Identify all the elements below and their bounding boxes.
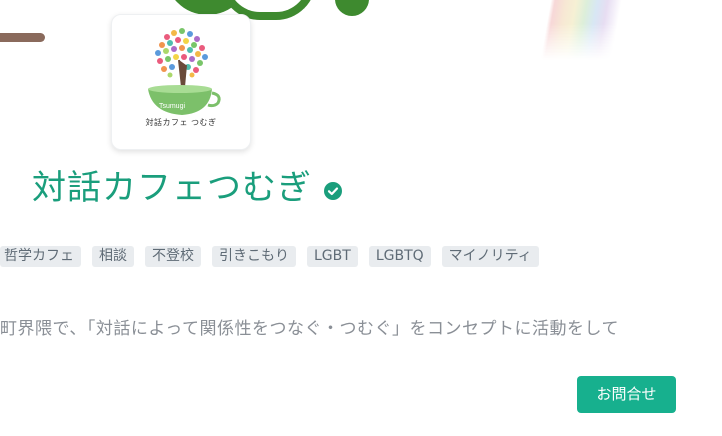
tree-cup-logo-icon: Tsumugi (148, 28, 221, 115)
tag-item[interactable]: 引きこもり (212, 246, 296, 267)
check-circle-icon (324, 182, 342, 200)
tag-item[interactable]: 哲学カフェ (0, 246, 81, 267)
profile-header: 対話カフェつむぎ (32, 166, 342, 210)
tag-item[interactable]: マイノリティ (441, 246, 539, 267)
tag-list: 哲学カフェ 相談 不登校 引きこもり LGBT LGBTQ マイノリティ (0, 246, 539, 267)
banner-decoration (0, 33, 45, 42)
tag-item[interactable]: 不登校 (145, 246, 201, 267)
cover-banner (0, 0, 722, 80)
logo-caption: 対話カフェ つむぎ (145, 118, 217, 127)
tag-item[interactable]: LGBT (307, 246, 358, 267)
tag-item[interactable]: LGBTQ (368, 246, 431, 267)
profile-logo-card: Tsumugi 対話カフェ つむぎ (111, 14, 251, 150)
banner-rainbow (532, 0, 627, 60)
profile-description: 町界隈で、「対話によって関係性をつなぐ・つむぐ」をコンセプトに活動をして (0, 319, 619, 339)
page-title: 対話カフェつむぎ (32, 168, 312, 208)
contact-button[interactable]: お問合せ (577, 376, 676, 413)
logo-brand-text: Tsumugi (159, 103, 186, 110)
tag-item[interactable]: 相談 (92, 246, 134, 267)
banner-decoration (335, 0, 369, 16)
